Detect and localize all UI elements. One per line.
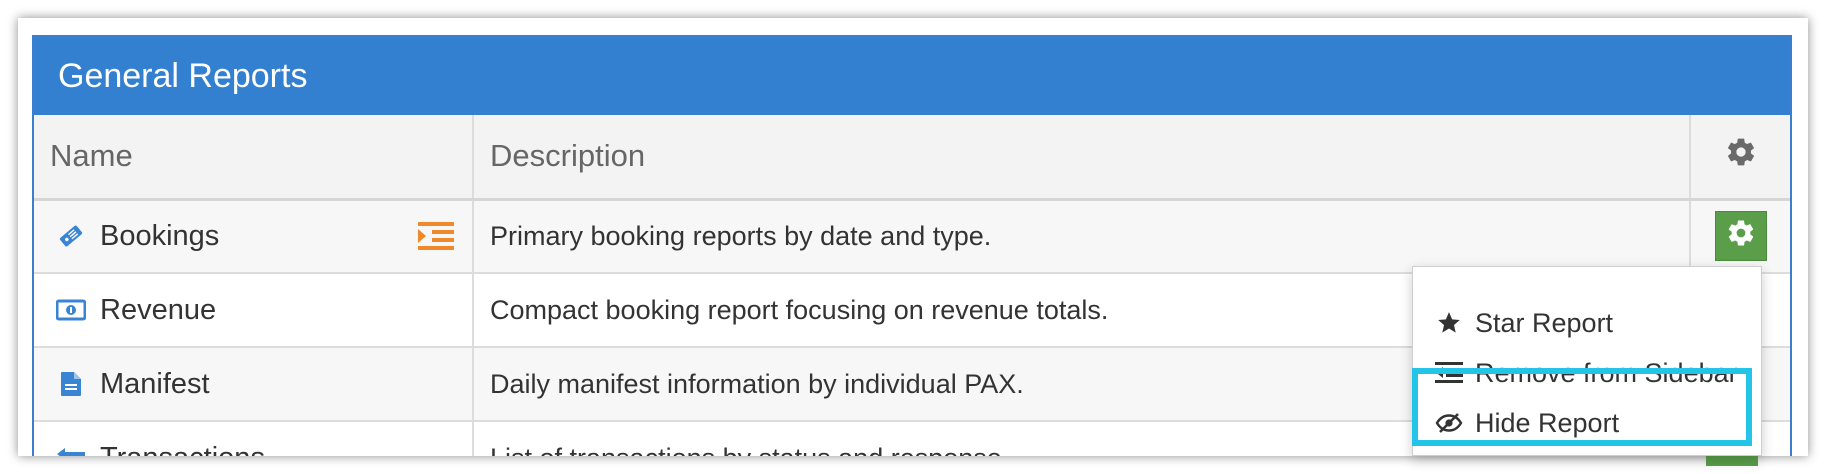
document-icon xyxy=(56,369,86,399)
report-options-menu: Star Report Remove from Sidebar Hide Rep… xyxy=(1412,266,1762,456)
report-name-cell[interactable]: Manifest xyxy=(34,347,474,422)
panel-title: General Reports xyxy=(34,37,1790,115)
report-name[interactable]: Transactions xyxy=(100,442,265,457)
menu-item-label: Remove from Sidebar xyxy=(1475,357,1738,388)
menu-item-hide-report[interactable]: Hide Report xyxy=(1413,401,1761,445)
report-name-cell[interactable]: Bookings xyxy=(34,199,474,274)
report-name[interactable]: Revenue xyxy=(100,294,216,327)
row-settings-button[interactable] xyxy=(1714,211,1767,262)
report-name-cell[interactable]: Transactions xyxy=(34,421,474,457)
money-icon xyxy=(56,295,86,325)
menu-item-remove-from-sidebar[interactable]: Remove from Sidebar xyxy=(1413,351,1761,395)
star-icon xyxy=(1435,309,1463,337)
column-header-description[interactable]: Description xyxy=(473,115,1691,201)
outdent-icon xyxy=(1435,359,1463,387)
menu-item-label: Hide Report xyxy=(1475,407,1620,438)
column-header-name[interactable]: Name xyxy=(34,115,474,201)
report-description: Primary booking reports by date and type… xyxy=(473,199,1691,274)
transactions-icon xyxy=(56,443,86,456)
column-header-settings[interactable] xyxy=(1690,115,1790,201)
ticket-icon xyxy=(56,221,86,251)
table-row[interactable]: Bookings Primary booking reports by date… xyxy=(34,199,1790,274)
menu-item-star-report[interactable]: Star Report xyxy=(1413,301,1761,345)
gear-icon[interactable] xyxy=(1725,138,1757,175)
report-name[interactable]: Bookings xyxy=(100,220,219,253)
gear-icon xyxy=(1726,218,1756,255)
report-name-cell[interactable]: Revenue xyxy=(34,273,474,348)
menu-item-label: Star Report xyxy=(1475,307,1614,338)
table-header-row: Name Description xyxy=(34,115,1790,201)
report-name[interactable]: Manifest xyxy=(100,368,210,401)
eye-slash-icon xyxy=(1435,409,1463,437)
row-settings-cell xyxy=(1690,199,1790,274)
sidebar-list-icon[interactable] xyxy=(418,222,454,251)
